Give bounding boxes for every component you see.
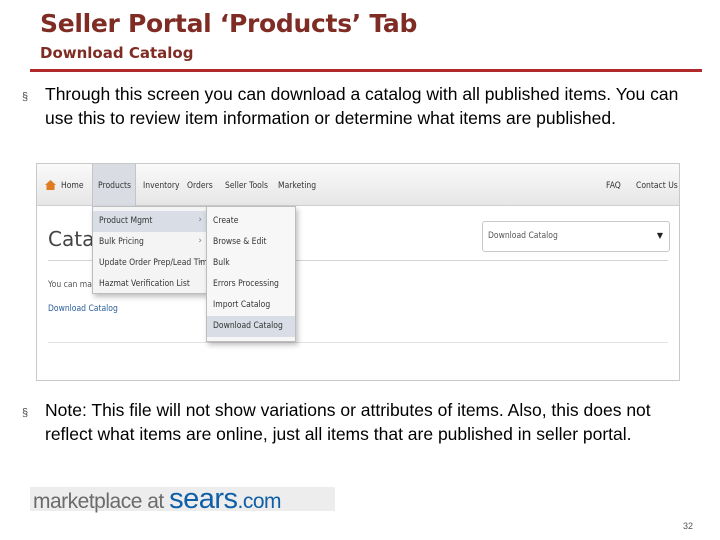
bullet-point-1: § Through this screen you can download a…	[22, 82, 702, 130]
menu-item-label: Update Order Prep/Lead Time	[99, 258, 213, 268]
submenu-item-label: Browse & Edit	[213, 237, 267, 247]
chevron-right-icon: ›	[198, 215, 202, 225]
nav-seller-tools[interactable]: Seller Tools	[225, 164, 268, 206]
submenu-item-import-catalog[interactable]: Import Catalog	[207, 295, 295, 316]
menu-item-bulk-pricing[interactable]: Bulk Pricing ›	[93, 232, 206, 253]
nav-products[interactable]: Products	[98, 164, 131, 206]
menu-item-product-mgmt[interactable]: Product Mgmt ›	[93, 211, 206, 232]
nav-contact-us[interactable]: Contact Us	[636, 164, 678, 206]
submenu-item-label: Download Catalog	[213, 321, 283, 331]
download-catalog-link[interactable]: Download Catalog	[48, 304, 118, 314]
bullet-text-2: Note: This file will not show variations…	[45, 400, 651, 444]
logo-wordmark: marketplace at sears.com	[33, 485, 282, 514]
submenu-item-download-catalog[interactable]: Download Catalog	[207, 316, 295, 337]
logo-suffix: .com	[237, 490, 282, 513]
catalog-select[interactable]: Download Catalog ▼	[482, 221, 670, 252]
menu-item-label: Product Mgmt	[99, 216, 153, 226]
logo-brand: sears	[169, 483, 238, 515]
chevron-down-icon: ▼	[656, 231, 663, 240]
bullet-marker: §	[22, 407, 29, 419]
slide-title: Seller Portal ‘Products’ Tab	[40, 9, 418, 38]
menu-item-hazmat-verification[interactable]: Hazmat Verification List	[93, 274, 206, 295]
slide-subtitle: Download Catalog	[40, 44, 194, 62]
nav-marketing[interactable]: Marketing	[278, 164, 316, 206]
logo-prefix: marketplace at	[33, 490, 170, 513]
title-rule	[30, 69, 702, 72]
home-icon[interactable]	[45, 180, 56, 190]
bullet-marker: §	[22, 91, 29, 103]
bullet-point-2: § Note: This file will not show variatio…	[22, 398, 702, 446]
submenu-item-create[interactable]: Create	[207, 211, 295, 232]
marketplace-logo: marketplace at sears.com	[30, 485, 335, 514]
catalog-select-value: Download Catalog	[488, 231, 558, 241]
nav-faq[interactable]: FAQ	[606, 164, 621, 206]
submenu-item-errors-processing[interactable]: Errors Processing	[207, 274, 295, 295]
page-number: 32	[683, 521, 694, 531]
submenu-item-browse-edit[interactable]: Browse & Edit	[207, 232, 295, 253]
product-mgmt-submenu: Create Browse & Edit Bulk Errors Process…	[206, 206, 296, 342]
submenu-item-label: Errors Processing	[213, 279, 279, 289]
submenu-item-label: Bulk	[213, 258, 230, 268]
nav-home[interactable]: Home	[61, 164, 84, 206]
chevron-right-icon: ›	[198, 257, 202, 267]
nav-orders[interactable]: Orders	[187, 164, 213, 206]
divider	[48, 342, 668, 343]
portal-screenshot: Home Products Inventory Orders Seller To…	[36, 163, 680, 381]
nav-inventory[interactable]: Inventory	[143, 164, 180, 206]
products-menu: Product Mgmt › Bulk Pricing › Update Ord…	[92, 206, 212, 295]
chevron-right-icon: ›	[198, 236, 202, 246]
submenu-item-label: Create	[213, 216, 239, 226]
submenu-item-bulk[interactable]: Bulk	[207, 253, 295, 274]
menu-item-update-order-prep[interactable]: Update Order Prep/Lead Time ›	[93, 253, 212, 274]
portal-navbar: Home Products Inventory Orders Seller To…	[37, 164, 679, 206]
menu-item-label: Bulk Pricing	[99, 237, 144, 247]
menu-item-label: Hazmat Verification List	[99, 279, 190, 289]
bullet-text-1: Through this screen you can download a c…	[45, 84, 679, 128]
submenu-item-label: Import Catalog	[213, 300, 271, 310]
